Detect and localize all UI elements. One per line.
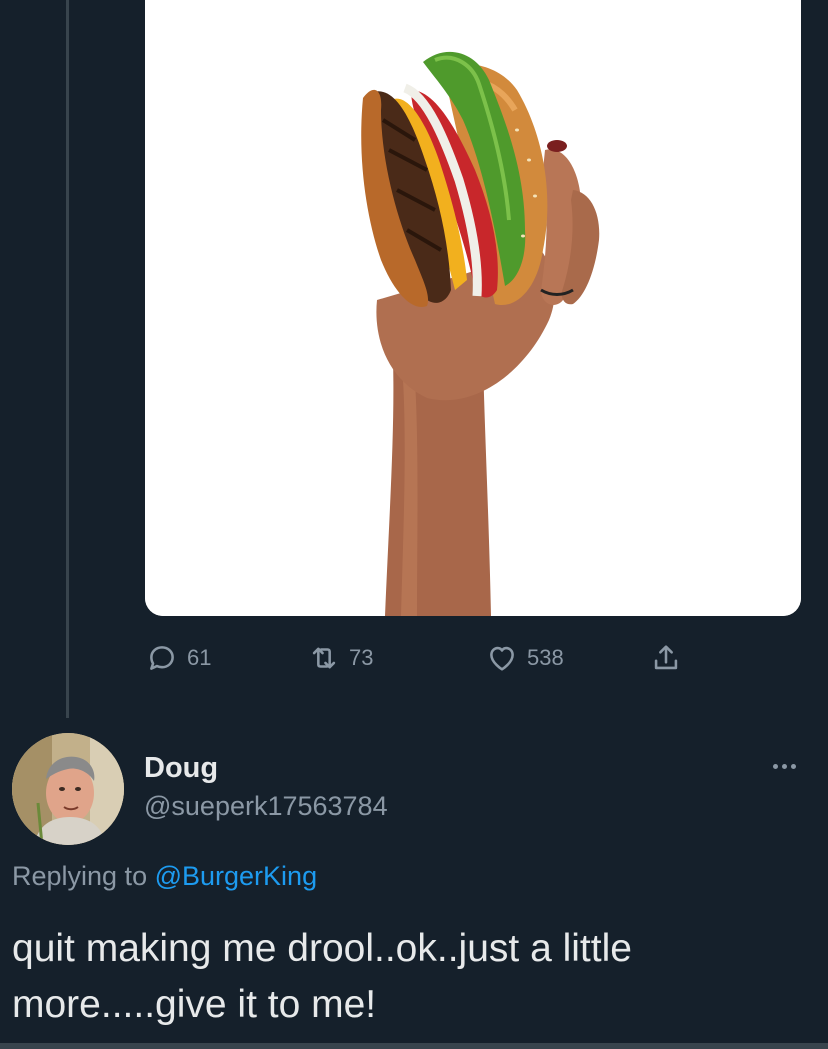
like-button[interactable]: 538	[485, 636, 564, 680]
reply-button[interactable]: 61	[145, 636, 211, 680]
retweet-icon	[312, 647, 336, 669]
user-handle[interactable]: @sueperk17563784	[144, 788, 388, 824]
more-dots-icon	[790, 763, 796, 769]
avatar[interactable]	[12, 733, 124, 845]
bottom-divider	[0, 1043, 828, 1049]
more-dots-icon	[781, 763, 787, 769]
replying-prefix: Replying to	[12, 861, 155, 891]
mention-link[interactable]: @BurgerKing	[155, 861, 318, 891]
more-dots-icon	[772, 763, 778, 769]
burger-in-hand-photo	[145, 0, 801, 616]
reply-bubble-icon	[150, 646, 174, 670]
share-icon	[654, 645, 678, 670]
retweet-button[interactable]: 73	[307, 636, 373, 680]
share-button[interactable]	[649, 636, 683, 680]
tweet-text: quit making me drool..ok..just a little …	[12, 927, 632, 1026]
tweet-media-image[interactable]	[145, 0, 801, 616]
thread-connector-line	[66, 0, 69, 718]
more-options-button[interactable]	[762, 756, 806, 776]
display-name[interactable]: Doug	[144, 750, 388, 786]
user-avatar-photo	[12, 733, 124, 845]
reply-count: 61	[187, 645, 212, 670]
like-count: 538	[527, 645, 564, 670]
replying-to-line: Replying to @BurgerKing	[12, 861, 317, 892]
tweet-action-bar: 61 73 538	[145, 636, 745, 680]
author-info[interactable]: Doug @sueperk17563784	[144, 750, 388, 824]
heart-icon	[490, 646, 514, 671]
retweet-count: 73	[349, 645, 374, 670]
